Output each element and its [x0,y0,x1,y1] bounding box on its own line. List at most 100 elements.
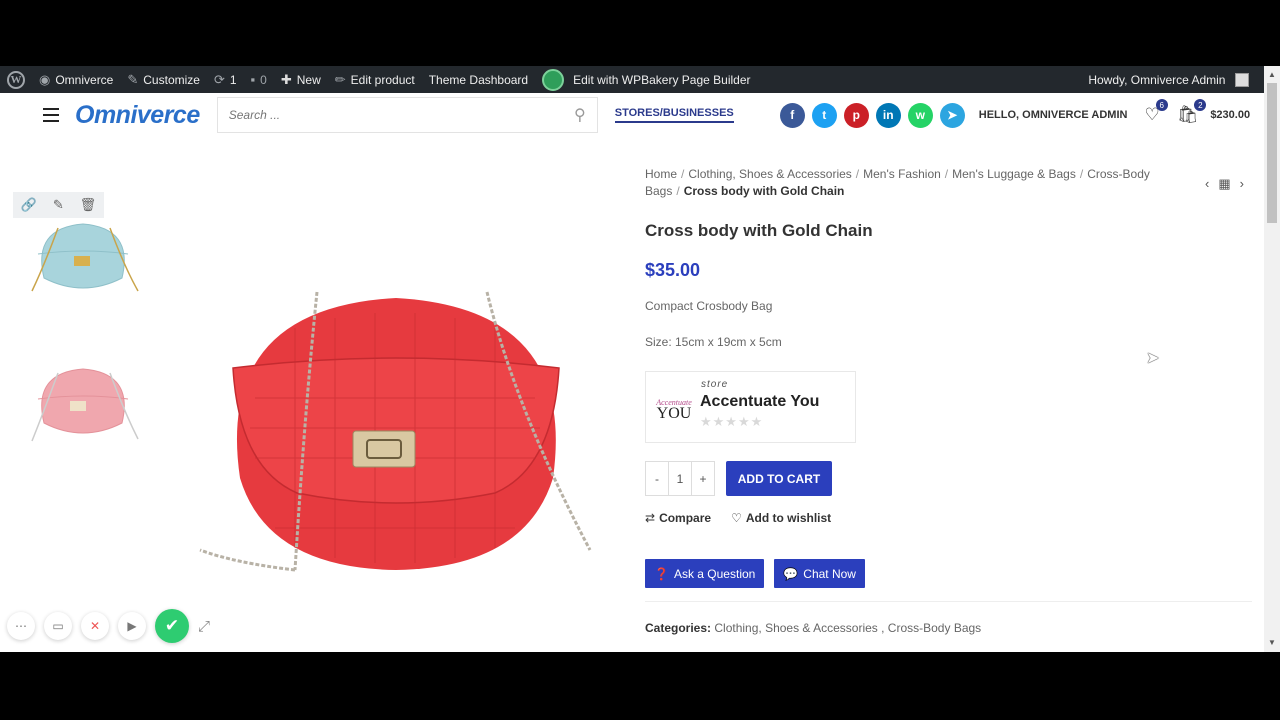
compare-link[interactable]: ⇄ Compare [645,511,711,525]
product-actions: ⇄ Compare ♡ Add to wishlist [645,511,1253,525]
main-product-image[interactable] [195,288,597,580]
whatsapp-icon[interactable]: w [907,102,933,128]
breadcrumb-separator: / [676,184,680,198]
hello-user-link[interactable]: HELLO, OMNIVERCE ADMIN [979,109,1128,121]
store-rating-stars: ★★★★★ [700,414,764,429]
wishlist-count-badge: 6 [1155,99,1168,111]
shuffle-icon: ⇄ [645,511,656,525]
breadcrumb-separator: / [681,167,685,181]
breadcrumb-current: Cross body with Gold Chain [683,184,845,198]
twitter-icon[interactable]: t [811,102,837,128]
breadcrumb-link[interactable]: Men's Luggage & Bags [952,167,1076,181]
wishlist-link[interactable]: ♡ Add to wishlist [731,511,831,525]
breadcrumb-separator: / [944,167,949,181]
search-input[interactable] [228,108,529,122]
search-bar: ⚲ [216,97,598,133]
breadcrumb-link[interactable]: Clothing, Shoes & Accessories [688,167,851,181]
social-links: f t p in w ➤ [779,102,965,128]
chat-icon: 💬 [783,566,799,581]
chevron-right-icon[interactable]: › [1240,176,1244,192]
new-content-menu[interactable]: ✚ New [274,66,328,93]
avatar [1235,72,1250,87]
scroll-up-icon[interactable]: ▲ [1268,70,1276,79]
edit-product-label: Edit product [350,72,415,87]
product-size: Size: 15cm x 19cm x 5cm [645,335,782,349]
quantity-input[interactable]: 1 [668,462,692,495]
wordpress-logo-icon: W [7,70,25,89]
cart-link[interactable]: 🛍 2 [1177,99,1207,125]
product-summary: Home / Clothing, Shoes & Accessories / Men's… [645,166,1253,635]
new-label: New [296,72,321,87]
plus-icon: ✚ [280,71,292,87]
store-tag: store [701,379,729,390]
site-logo[interactable]: Omniverce [75,101,200,130]
recorder-toolbar: ⋯ ▭ ✕ ▶ ✔ ⤢ [7,609,210,643]
ask-question-button[interactable]: ❓ Ask a Question [645,559,765,588]
my-account-menu[interactable]: Howdy, Omniverce Admin [1081,66,1256,93]
browser-viewport: W ◉ Omniverce ✎ Customize ⟳ 1 ▪ 0 ✚ New ✏ Edit… [0,66,1280,652]
store-logo: Accentuate YOU [656,398,692,422]
quantity-stepper: - 1 + [645,461,715,496]
divider [645,601,1252,602]
comments-link[interactable]: ▪ 0 [244,66,274,93]
updates-link[interactable]: ⟳ 1 [207,66,244,93]
site-header: Omniverce ⚲ STORES/BUSINESSES ftpinw➤ HE… [0,93,1264,137]
product-price: $35.00 [645,260,701,280]
wp-logo-menu[interactable]: W [0,66,32,93]
updates-count: 1 [229,72,237,87]
heart-icon: ♡ [731,511,742,525]
grid-icon[interactable]: ▦ [1218,176,1230,192]
wishlist-link[interactable]: ♡ 6 [1144,99,1168,125]
edit-icon[interactable]: ✎ [53,197,64,213]
chevron-left-icon[interactable]: ‹ [1205,176,1209,192]
site-name-menu[interactable]: ◉ Omniverce [32,66,120,93]
page-scrollbar[interactable]: ▲ ▼ [1264,66,1280,652]
quantity-plus-button[interactable]: + [692,462,714,495]
theme-dashboard-link[interactable]: Theme Dashboard [422,66,535,93]
pencil-icon: ✏ [334,71,346,87]
cart-count-badge: 2 [1194,99,1207,111]
wp-admin-bar: W ◉ Omniverce ✎ Customize ⟳ 1 ▪ 0 ✚ New ✏ Edit… [0,66,1280,93]
category-links[interactable]: Clothing, Shoes & Accessories , Cross-Bo… [714,621,981,635]
wpbakery-edit-link[interactable]: Edit with WPBakery Page Builder [535,66,757,93]
stores-businesses-link[interactable]: STORES/BUSINESSES [614,107,734,123]
thumbnail-pink-bag[interactable] [24,361,142,451]
camera-icon[interactable]: ▭ [44,612,72,640]
product-title: Cross body with Gold Chain [645,221,873,240]
add-to-cart-button[interactable]: ADD TO CART [726,461,832,496]
customize-label: Customize [143,72,200,87]
confirm-check-icon[interactable]: ✔ [155,609,189,643]
product-categories: Categories: Clothing, Shoes & Accessorie… [645,621,982,635]
theme-dashboard-label: Theme Dashboard [428,72,529,87]
customize-link[interactable]: ✎ Customize [120,66,207,93]
close-icon[interactable]: ✕ [81,612,109,640]
breadcrumb-link[interactable]: Home [645,167,677,181]
telegram-icon[interactable]: ➤ [939,102,965,128]
comments-count: 0 [260,72,267,87]
scroll-thumb[interactable] [1267,83,1277,223]
thumbnail-blue-bag[interactable] [24,216,142,306]
play-icon[interactable]: ▶ [118,612,146,640]
chat-now-button[interactable]: 💬 Chat Now [774,559,865,588]
comment-icon: ▪ [250,72,256,87]
store-name[interactable]: Accentuate You [700,393,819,411]
cart-total[interactable]: $230.00 [1210,109,1250,121]
quantity-minus-button[interactable]: - [646,462,668,495]
more-options-icon[interactable]: ⋯ [7,612,35,640]
facebook-icon[interactable]: f [779,102,805,128]
link-icon[interactable]: 🔗 [21,197,37,213]
store-card[interactable]: Accentuate YOU store Accentuate You ★★★★… [645,371,856,443]
expand-icon[interactable]: ⤢ [198,618,210,635]
pinterest-icon[interactable]: p [843,102,869,128]
site-name-label: Omniverce [55,72,114,87]
breadcrumb-link[interactable]: Men's Fashion [863,167,941,181]
edit-product-link[interactable]: ✏ Edit product [328,66,422,93]
wpbakery-icon [542,68,565,91]
hamburger-menu-icon[interactable] [43,108,59,122]
trash-icon[interactable]: 🗑 [80,197,97,213]
breadcrumb-separator: / [1079,167,1084,181]
search-icon[interactable]: ⚲ [574,105,586,125]
scroll-down-icon[interactable]: ▼ [1268,638,1276,647]
dashboard-icon: ◉ [39,71,51,87]
linkedin-icon[interactable]: in [875,102,901,128]
